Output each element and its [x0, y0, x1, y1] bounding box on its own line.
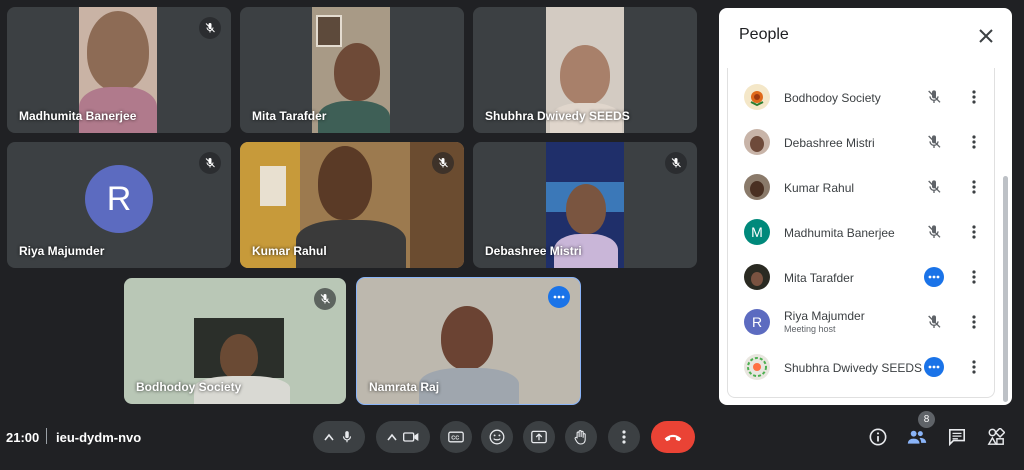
more-vert-icon[interactable] [964, 357, 984, 377]
close-icon[interactable] [974, 24, 998, 48]
list-item[interactable]: R Riya Majumder Meeting host [728, 303, 996, 343]
video-tile-kumar[interactable]: Kumar Rahul [240, 142, 464, 268]
list-item[interactable]: M Madhumita Banerjee [728, 213, 996, 253]
mic-off-icon[interactable] [924, 132, 944, 152]
list-item[interactable]: Shubhra Dwivedy SEEDS [728, 348, 996, 388]
people-list: Bodhodoy Society Debashree Mistri Kumar … [727, 68, 995, 398]
participant-name: Madhumita Banerjee [784, 226, 895, 240]
mic-off-icon[interactable] [924, 222, 944, 242]
video-options-button[interactable] [376, 421, 430, 453]
avatar [744, 84, 770, 110]
mic-off-icon[interactable] [924, 312, 944, 332]
audio-active-icon [924, 357, 944, 377]
closed-captions-icon: CC [448, 431, 464, 443]
hand-icon [574, 430, 586, 445]
chevron-up-icon [324, 433, 334, 441]
avatar: M [744, 219, 770, 245]
mic-off-icon [665, 152, 687, 174]
video-tile-namrata[interactable]: Namrata Raj [356, 277, 581, 405]
participant-name: Shubhra Dwivedy SEEDS [784, 361, 923, 375]
participant-name: Madhumita Banerjee [19, 109, 137, 123]
participant-name: Mita Tarafder [784, 271, 854, 285]
video-tile-shubhra[interactable]: Shubhra Dwivedy SEEDS [473, 7, 697, 133]
svg-text:CC: CC [451, 435, 459, 441]
participant-name: Bodhodoy Society [784, 91, 881, 105]
more-vert-icon[interactable] [964, 87, 984, 107]
audio-active-icon [924, 267, 944, 287]
avatar: R [85, 165, 153, 233]
videocam-icon [403, 432, 419, 442]
video-tile-riya[interactable]: R Riya Majumder [7, 142, 231, 268]
more-vert-icon[interactable] [964, 312, 984, 332]
info-icon [869, 428, 887, 446]
participant-count-badge: 8 [918, 411, 935, 428]
more-vert-icon [622, 430, 626, 444]
more-vert-icon[interactable] [964, 132, 984, 152]
reactions-button[interactable] [481, 421, 513, 453]
video-tile-madhumita[interactable]: Madhumita Banerjee [7, 7, 231, 133]
mic-off-icon[interactable] [924, 87, 944, 107]
meeting-details-button[interactable] [865, 424, 891, 450]
list-item[interactable]: Debashree Mistri [728, 123, 996, 163]
mic-off-icon [314, 288, 336, 310]
avatar [744, 264, 770, 290]
mic-off-icon [199, 152, 221, 174]
participant-name: Debashree Mistri [784, 136, 875, 150]
video-tile-mita[interactable]: Mita Tarafder [240, 7, 464, 133]
avatar [744, 354, 770, 380]
activities-icon [987, 428, 1005, 445]
avatar [744, 174, 770, 200]
list-item[interactable]: Bodhodoy Society [728, 78, 996, 118]
more-vert-icon[interactable] [964, 267, 984, 287]
meeting-time: 21:00 [6, 430, 40, 445]
present-to-all-icon [531, 430, 547, 444]
participant-name: Bodhodoy Society [136, 380, 242, 394]
divider [46, 428, 47, 444]
video-tile-bodhodoy[interactable]: Bodhodoy Society [124, 278, 346, 404]
meeting-code: ieu-dydm-nvo [56, 430, 142, 445]
avatar [744, 129, 770, 155]
chevron-up-icon [387, 433, 397, 441]
mic-icon [342, 431, 352, 443]
more-options-button[interactable] [608, 421, 640, 453]
participant-role: Meeting host [784, 324, 836, 334]
participant-name: Mita Tarafder [252, 109, 327, 123]
video-tile-debashree[interactable]: Debashree Mistri [473, 142, 697, 268]
more-options-icon[interactable] [548, 286, 570, 308]
participant-name: Namrata Raj [369, 380, 440, 394]
emoji-icon [489, 429, 505, 445]
more-vert-icon[interactable] [964, 222, 984, 242]
call-end-icon [664, 434, 682, 442]
participant-name: Kumar Rahul [784, 181, 855, 195]
list-item[interactable]: Mita Tarafder [728, 258, 996, 298]
people-icon [907, 430, 927, 444]
participant-name: Shubhra Dwivedy SEEDS [485, 109, 630, 123]
list-item[interactable]: Kumar Rahul [728, 168, 996, 208]
mic-off-icon [432, 152, 454, 174]
chat-button[interactable] [944, 424, 970, 450]
mic-off-icon[interactable] [924, 177, 944, 197]
participant-name: Riya Majumder [19, 244, 105, 258]
activities-button[interactable] [983, 424, 1009, 450]
avatar: R [744, 309, 770, 335]
captions-button[interactable]: CC [440, 421, 472, 453]
more-vert-icon[interactable] [964, 177, 984, 197]
present-button[interactable] [523, 421, 555, 453]
participant-name: Kumar Rahul [252, 244, 327, 258]
scrollbar[interactable] [1003, 176, 1008, 402]
mic-off-icon [199, 17, 221, 39]
leave-call-button[interactable] [651, 421, 695, 453]
raise-hand-button[interactable] [565, 421, 597, 453]
panel-title: People [739, 26, 789, 43]
audio-options-button[interactable] [313, 421, 365, 453]
chat-icon [948, 428, 966, 446]
participant-name: Riya Majumder [784, 309, 865, 323]
people-panel: People Bodhodoy Society Debashree Mistri [719, 8, 1012, 405]
participant-name: Debashree Mistri [485, 244, 582, 258]
